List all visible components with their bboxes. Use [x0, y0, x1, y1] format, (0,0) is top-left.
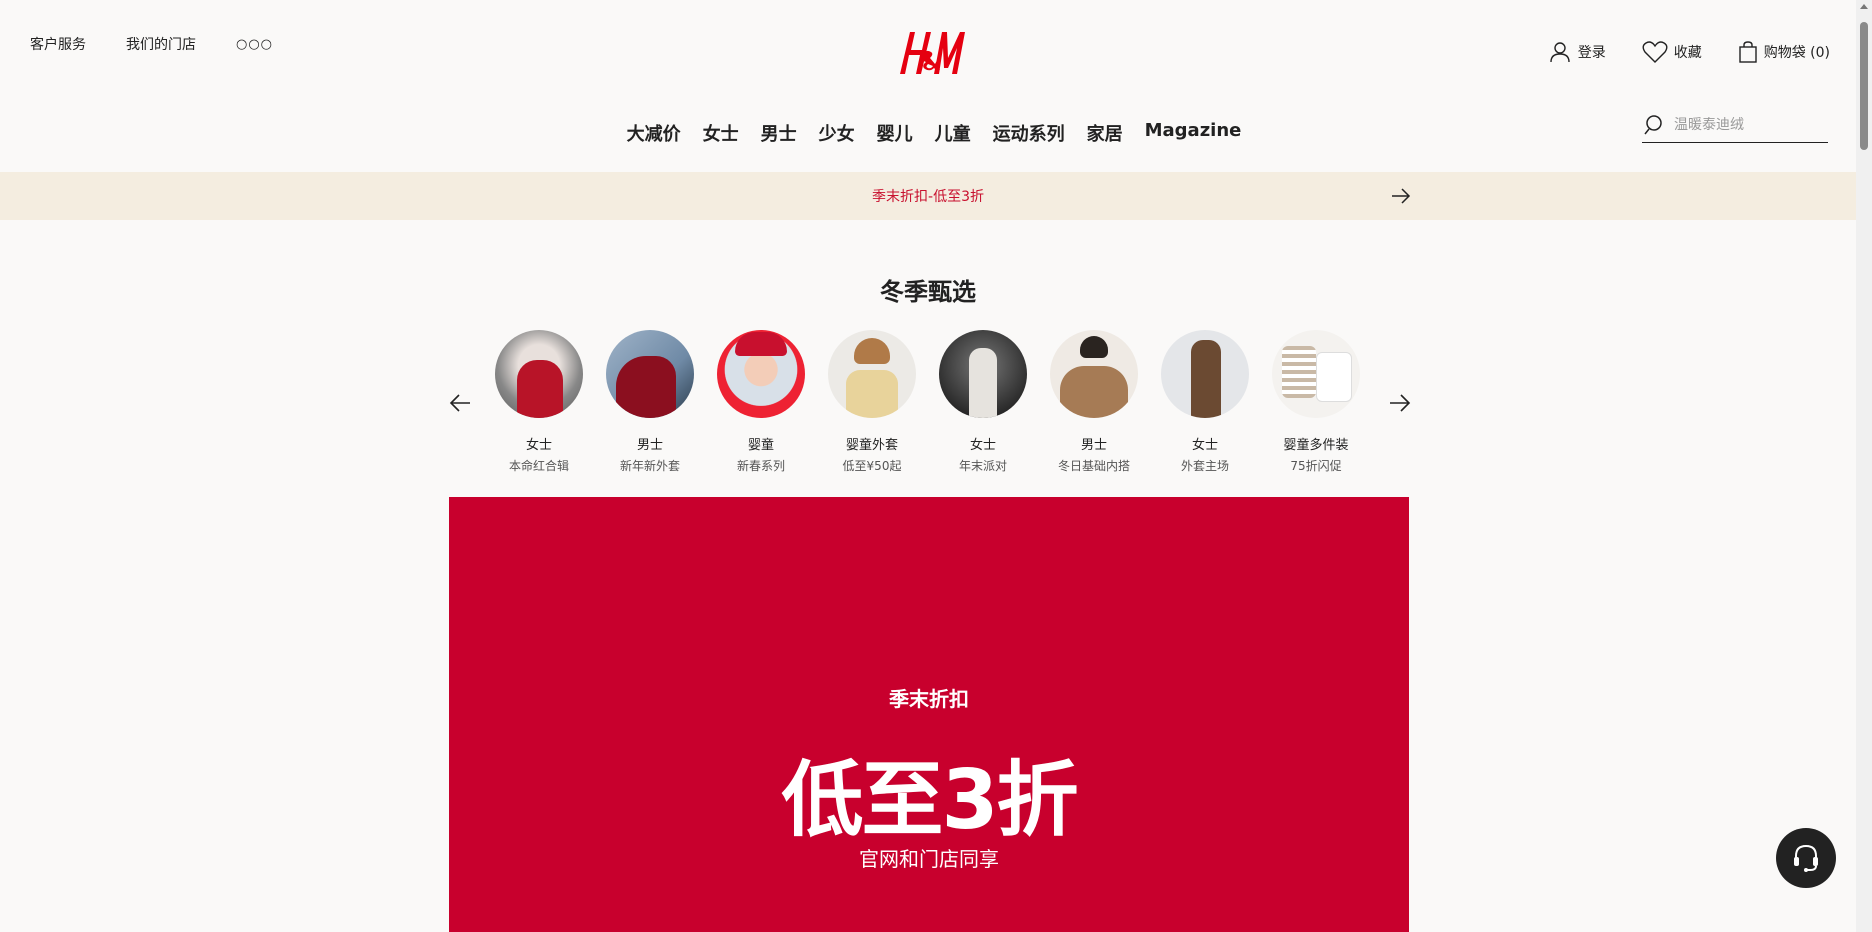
favorites-button[interactable]: 收藏 — [1642, 40, 1702, 64]
promo-banner-text[interactable]: 季末折扣-低至3折 — [872, 186, 984, 206]
hm-logo-mark — [900, 32, 965, 74]
winter-pick-image[interactable] — [1161, 330, 1249, 418]
nav-item[interactable]: 儿童 — [935, 120, 971, 146]
search-bar[interactable] — [1642, 108, 1828, 143]
winter-pick-category: 女士 — [525, 438, 552, 453]
winter-pick-image[interactable] — [828, 330, 916, 418]
hero-headline: 低至3折 — [781, 753, 1078, 848]
winter-pick-subtitle: 年末派对 — [958, 459, 1007, 473]
winter-picks-carousel: 女士 本命红合辑 男士 新年新外套 婴童 新春系列 婴童外套 低至¥50起 女士 年末派对 男士 冬日… — [495, 330, 1360, 474]
promo-banner[interactable]: 季末折扣-低至3折 — [0, 172, 1856, 220]
carousel-next-arrow-icon[interactable] — [1388, 391, 1412, 415]
shopping-bag-button[interactable]: 购物袋 (0) — [1738, 40, 1830, 64]
winter-pick-category: 男士 — [636, 438, 663, 453]
nav-item[interactable]: 婴儿 — [877, 120, 913, 146]
user-icon — [1550, 42, 1570, 63]
scrollbar-thumb[interactable] — [1860, 22, 1868, 150]
winter-pick-subtitle: 低至¥50起 — [842, 459, 902, 473]
customer-support-chat-button[interactable] — [1776, 828, 1836, 888]
winter-pick-image[interactable] — [495, 330, 583, 418]
arrow-right-icon[interactable] — [1390, 186, 1412, 206]
hero-banner[interactable]: 季末折扣 低至3折 官网和门店同享 — [449, 497, 1409, 932]
winter-pick-image[interactable] — [1050, 330, 1138, 418]
winter-pick-item[interactable]: 女士 外套主场 — [1161, 330, 1249, 474]
winter-pick-subtitle: 新春系列 — [736, 459, 785, 473]
winter-pick-category: 婴童外套 — [845, 438, 898, 453]
nav-item[interactable]: 男士 — [761, 120, 797, 146]
customer-service-link[interactable]: 客户服务 — [30, 34, 86, 54]
utility-links: 客户服务 我们的门店 ○○○ — [30, 34, 273, 54]
winter-pick-item[interactable]: 女士 本命红合辑 — [495, 330, 583, 474]
favorites-label: 收藏 — [1673, 45, 1702, 61]
winter-pick-subtitle: 外套主场 — [1180, 459, 1229, 473]
winter-pick-category: 女士 — [969, 438, 996, 453]
scroll-up-icon[interactable] — [1860, 4, 1868, 9]
winter-pick-image[interactable] — [606, 330, 694, 418]
nav-item[interactable]: Magazine — [1145, 120, 1242, 146]
winter-pick-subtitle: 75折闪促 — [1290, 459, 1342, 473]
stores-link[interactable]: 我们的门店 — [126, 34, 196, 54]
login-button[interactable]: 登录 — [1548, 40, 1606, 64]
page-scrollbar[interactable] — [1856, 0, 1872, 932]
hero-subtitle: 季末折扣 — [889, 687, 969, 711]
winter-pick-subtitle: 冬日基础内搭 — [1057, 459, 1130, 473]
winter-pick-subtitle: 本命红合辑 — [508, 459, 569, 473]
main-nav: 大减价 女士 男士 少女 婴儿 儿童 运动系列 家居 Magazine — [0, 120, 1856, 146]
more-menu-icon[interactable]: ○○○ — [236, 37, 273, 52]
winter-pick-item[interactable]: 婴童外套低至¥50起 — [828, 330, 916, 474]
winter-pick-image[interactable] — [717, 330, 805, 418]
account-links: 登录 收藏 购物袋 (0) — [1548, 40, 1830, 64]
winter-pick-item[interactable]: 婴童 新春系列 — [717, 330, 805, 474]
winter-pick-image[interactable] — [939, 330, 1027, 418]
hm-logo[interactable] — [890, 22, 970, 82]
winter-pick-item[interactable]: 男士 新年新外套 — [606, 330, 694, 474]
winter-picks-title: 冬季甄选 — [880, 278, 976, 306]
winter-pick-category: 婴童多件装 — [1283, 438, 1349, 453]
nav-item[interactable]: 家居 — [1087, 120, 1123, 146]
winter-pick-subtitle: 新年新外套 — [619, 459, 680, 473]
winter-pick-image[interactable] — [1272, 330, 1360, 418]
nav-item[interactable]: 运动系列 — [993, 120, 1065, 146]
heart-icon — [1642, 41, 1668, 63]
main-nav-list: 大减价 女士 男士 少女 婴儿 儿童 运动系列 家居 Magazine — [627, 120, 1242, 146]
carousel-prev-arrow-icon[interactable] — [448, 391, 472, 415]
login-label: 登录 — [1577, 45, 1606, 61]
shopping-bag-label: 购物袋 (0) — [1763, 45, 1830, 61]
search-icon[interactable] — [1644, 114, 1666, 136]
winter-pick-item[interactable]: 男士 冬日基础内搭 — [1050, 330, 1138, 474]
winter-pick-category: 男士 — [1080, 438, 1107, 453]
winter-pick-item[interactable]: 婴童多件装 75折闪促 — [1272, 330, 1360, 474]
headset-icon — [1794, 844, 1818, 872]
winter-pick-category: 婴童 — [747, 438, 774, 453]
hero-note: 官网和门店同享 — [859, 847, 999, 871]
search-input[interactable] — [1674, 117, 1824, 133]
winter-pick-category: 女士 — [1191, 438, 1218, 453]
winter-pick-item[interactable]: 女士 年末派对 — [939, 330, 1027, 474]
nav-item[interactable]: 大减价 — [627, 120, 681, 146]
nav-item[interactable]: 女士 — [703, 120, 739, 146]
nav-item[interactable]: 少女 — [819, 120, 855, 146]
shopping-bag-icon — [1739, 41, 1757, 63]
